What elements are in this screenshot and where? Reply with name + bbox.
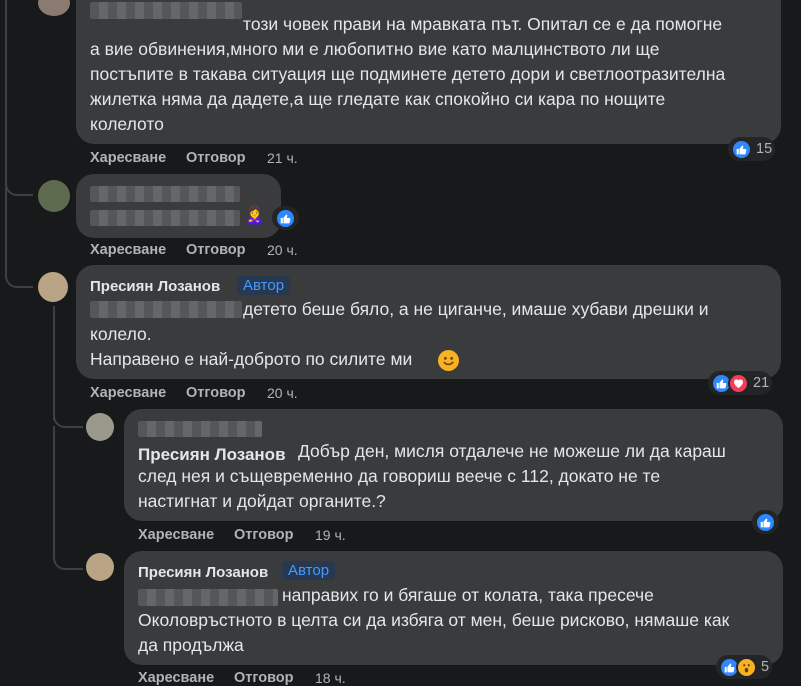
thread-line bbox=[53, 306, 55, 420]
redacted-mention bbox=[90, 301, 242, 318]
thread-line bbox=[53, 426, 55, 556]
reaction-summary[interactable] bbox=[752, 510, 779, 534]
thread-line bbox=[53, 410, 83, 428]
comment-text-line: Добър ден, мисля отдалече не можеше ли д… bbox=[298, 441, 726, 461]
reply-button[interactable]: Отговор bbox=[186, 150, 246, 166]
comment-bubble: Пресиян Лозанов Добър ден, мисля отдалеч… bbox=[124, 409, 783, 521]
author-badge: Автор bbox=[237, 276, 291, 295]
thread-line bbox=[5, 190, 7, 278]
reply-button[interactable]: Отговор bbox=[234, 527, 294, 543]
redacted-text bbox=[90, 210, 240, 226]
thread-line bbox=[53, 546, 83, 570]
smiling-face-icon bbox=[438, 350, 459, 371]
reaction-count: 21 bbox=[753, 375, 770, 391]
comment-text-line: направих го и бягаше от колата, така пре… bbox=[282, 585, 654, 605]
comment-text-line: Околовръстното в целта си да избяга от м… bbox=[138, 610, 730, 630]
like-button[interactable]: Харесване bbox=[90, 150, 166, 166]
comment-text-line: Направено е най-доброто по силите ми bbox=[90, 349, 413, 369]
reply-button[interactable]: Отговор bbox=[186, 385, 246, 401]
comment-text-line: постъпите в такава ситуация ще подминете… bbox=[90, 64, 726, 84]
author-badge: Автор bbox=[282, 561, 336, 580]
heart-icon bbox=[728, 372, 749, 394]
like-button[interactable]: Харесване bbox=[90, 385, 166, 401]
avatar[interactable] bbox=[86, 413, 114, 441]
like-icon bbox=[275, 207, 296, 229]
comment-text-line: след нея и същевременно да говориш веече… bbox=[138, 466, 661, 486]
timestamp[interactable]: 20 ч. bbox=[267, 242, 298, 258]
comment-text-line: детето беше бяло, а не циганче, имаше ху… bbox=[243, 299, 709, 319]
reaction-count: 5 bbox=[761, 659, 770, 675]
timestamp[interactable]: 21 ч. bbox=[267, 150, 298, 166]
comment-bubble: 🙎‍♀️ bbox=[76, 174, 281, 238]
redacted-name bbox=[138, 421, 262, 437]
thread-line bbox=[5, 270, 33, 288]
comment-bubble: този човек прави на мравката път. Опитал… bbox=[76, 0, 781, 144]
like-button[interactable]: Харесване bbox=[138, 527, 214, 543]
comment-text-line: колелото bbox=[90, 114, 164, 134]
comment-text-line: жилетка няма да дадете,а ще гледате как … bbox=[90, 89, 666, 109]
comment-bubble: Пресиян Лозанов Автор детето беше бяло, … bbox=[76, 265, 781, 379]
author-name[interactable]: Пресиян Лозанов bbox=[138, 564, 268, 581]
redacted-mention bbox=[138, 589, 278, 606]
mention-link[interactable]: Пресиян Лозанов bbox=[138, 445, 286, 465]
person-emoji: 🙎‍♀️ bbox=[244, 206, 266, 225]
comment-text-line: а вие обвинения,много ми е любопитно вие… bbox=[90, 39, 660, 59]
reaction-summary[interactable]: 21 bbox=[708, 371, 773, 395]
author-name[interactable]: Пресиян Лозанов bbox=[90, 278, 220, 295]
comment-text-line: настигнат и дойдат органите.? bbox=[138, 491, 386, 511]
comment-bubble: Пресиян Лозанов Автор направих го и бяга… bbox=[124, 551, 783, 665]
thread-line bbox=[5, 0, 7, 190]
timestamp[interactable]: 18 ч. bbox=[315, 670, 346, 686]
reaction-summary[interactable]: 5 bbox=[716, 655, 773, 679]
avatar[interactable] bbox=[38, 272, 68, 302]
like-icon bbox=[755, 511, 776, 533]
comment-text-line: да продължа bbox=[138, 635, 244, 655]
reply-button[interactable]: Отговор bbox=[186, 242, 246, 258]
redacted-name bbox=[90, 186, 240, 202]
redacted-name bbox=[90, 2, 242, 19]
avatar[interactable] bbox=[38, 0, 70, 16]
like-button[interactable]: Харесване bbox=[138, 670, 214, 686]
reaction-summary[interactable] bbox=[272, 206, 299, 230]
like-button[interactable]: Харесване bbox=[90, 242, 166, 258]
comment-text-line: колело. bbox=[90, 324, 152, 344]
timestamp[interactable]: 20 ч. bbox=[267, 385, 298, 401]
reaction-summary[interactable]: 15 bbox=[728, 137, 776, 161]
like-icon bbox=[731, 138, 752, 160]
timestamp[interactable]: 19 ч. bbox=[315, 527, 346, 543]
wow-face-icon bbox=[736, 656, 757, 678]
reply-button[interactable]: Отговор bbox=[234, 670, 294, 686]
thread-line bbox=[5, 180, 33, 196]
avatar[interactable] bbox=[86, 553, 114, 581]
comment-text-line: този човек прави на мравката път. Опитал… bbox=[243, 14, 723, 34]
avatar[interactable] bbox=[38, 180, 70, 212]
reaction-count: 15 bbox=[756, 141, 773, 157]
